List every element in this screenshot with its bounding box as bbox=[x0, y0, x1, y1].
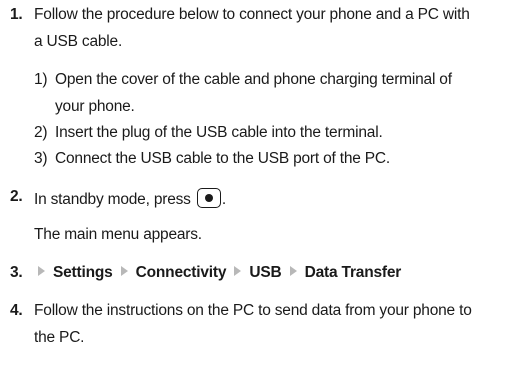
manual-page: { "steps": [ { "number": "1.", "text_lin… bbox=[0, 0, 526, 366]
step-text-line: the PC. bbox=[34, 329, 85, 346]
arrow-right-icon bbox=[234, 266, 242, 276]
substep-text: Open the cover of the cable and phone ch… bbox=[55, 71, 452, 88]
substep-number: 1) bbox=[34, 71, 48, 88]
center-select-key-icon bbox=[196, 188, 221, 208]
step-number: 4. bbox=[10, 302, 23, 319]
step-number: 2. bbox=[10, 188, 23, 205]
menu-path-item: Data Transfer bbox=[304, 264, 402, 281]
step-text-line: a USB cable. bbox=[34, 33, 123, 50]
key-dot bbox=[204, 194, 213, 202]
step-number: 3. bbox=[10, 264, 23, 281]
step-text-line: Follow the procedure below to connect yo… bbox=[34, 6, 470, 23]
substep-number: 3) bbox=[34, 150, 48, 167]
menu-path-item: Settings bbox=[53, 264, 113, 281]
arrow-right-icon bbox=[120, 266, 128, 276]
arrow-right-icon bbox=[38, 266, 45, 276]
substep-text: Insert the plug of the USB cable into th… bbox=[55, 124, 383, 141]
substep-text: Connect the USB cable to the USB port of… bbox=[55, 150, 391, 167]
menu-path-item: USB bbox=[249, 264, 282, 281]
step-text: In standby mode, press bbox=[34, 191, 191, 208]
step-note: The main menu appears. bbox=[34, 226, 202, 243]
substep-number: 2) bbox=[34, 124, 48, 141]
menu-path: Settings Connectivity USB Data Transfer bbox=[34, 264, 401, 282]
arrow-right-icon bbox=[289, 266, 297, 276]
step-text-line: Follow the instructions on the PC to sen… bbox=[34, 302, 472, 319]
menu-path-item: Connectivity bbox=[135, 264, 227, 281]
step-text-line: In standby mode, press . bbox=[34, 188, 226, 209]
step-number: 1. bbox=[10, 6, 23, 23]
substep-text: your phone. bbox=[55, 98, 135, 115]
step-text-end: . bbox=[221, 191, 226, 208]
